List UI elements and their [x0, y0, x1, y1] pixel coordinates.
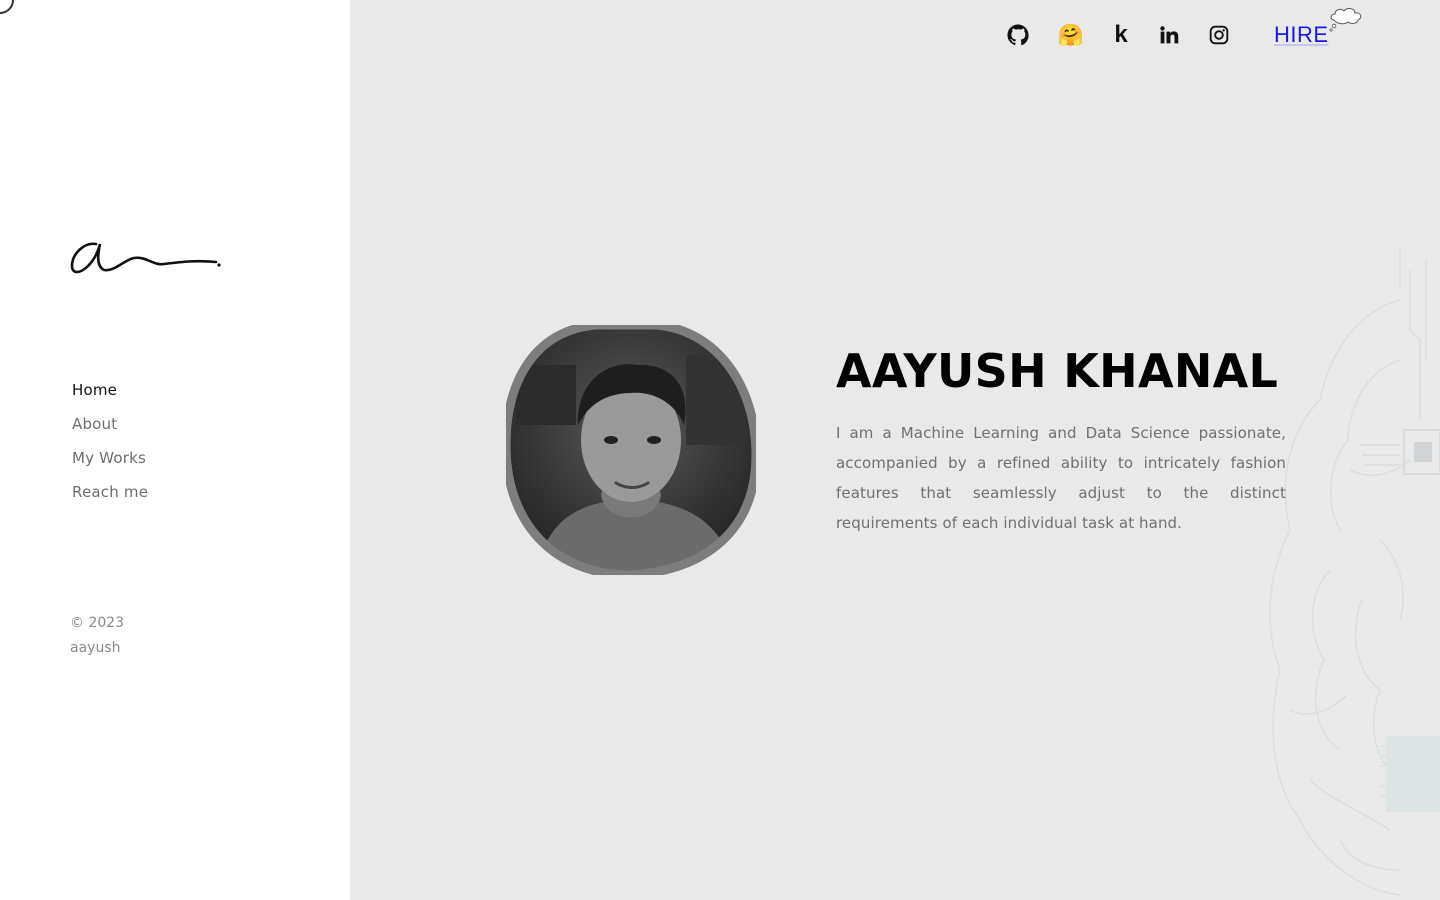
social-bar: 🤗 k HIRE [350, 0, 1440, 70]
huggingface-icon[interactable]: 🤗 [1058, 22, 1084, 48]
github-icon[interactable] [1005, 22, 1031, 48]
signature-logo[interactable] [68, 236, 224, 280]
main-nav: Home About My Works Reach me [72, 378, 148, 514]
nav-item-reach-me[interactable]: Reach me [72, 480, 148, 514]
copyright-name: aayush [70, 640, 121, 656]
copyright: © 2023 aayush [70, 611, 124, 661]
sidebar: Home About My Works Reach me © 2023 aayu… [0, 0, 350, 900]
theme-toggle-icon[interactable] [0, 0, 14, 14]
nav-item-about[interactable]: About [72, 412, 148, 446]
kaggle-icon[interactable]: k [1108, 22, 1134, 48]
thought-cloud-icon [1329, 8, 1362, 32]
profile-photo [506, 325, 756, 575]
hero-bio: I am a Machine Learning and Data Science… [836, 424, 1286, 532]
instagram-icon[interactable] [1206, 22, 1232, 48]
hero-name: AAYUSH KHANAL [836, 344, 1279, 398]
hire-link[interactable]: HIRE [1274, 22, 1329, 48]
linkedin-icon[interactable] [1156, 22, 1182, 48]
nav-item-my-works[interactable]: My Works [72, 446, 148, 480]
brain-circuit-illustration [1269, 250, 1440, 896]
copyright-year: © 2023 [70, 615, 125, 631]
main-content: 🤗 k HIRE AAYUSH KHANAL I am a Machine Le… [350, 0, 1440, 900]
nav-item-home[interactable]: Home [72, 378, 148, 412]
